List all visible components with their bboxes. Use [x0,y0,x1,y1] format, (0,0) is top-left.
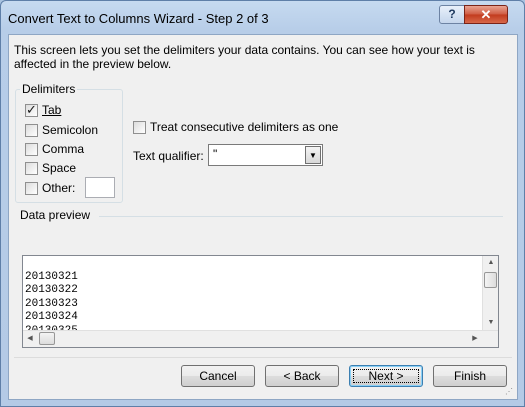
checkmark-icon: ✓ [26,101,37,117]
next-button[interactable]: Next > [349,365,423,387]
data-preview-pane[interactable]: 20130321 20130322 20130323 20130324 2013… [22,255,499,348]
preview-row: 20130322 [25,284,78,296]
delimiter-semicolon-label: Semicolon [42,123,99,137]
delimiter-tab-label: Tab [42,103,62,117]
help-icon: ? [448,7,456,21]
window-title: Convert Text to Columns Wizard - Step 2 … [8,11,269,26]
horizontal-scroll-thumb[interactable] [39,332,55,345]
data-preview-text: 20130321 20130322 20130323 20130324 2013… [25,257,482,332]
other-delimiter-input[interactable] [85,177,115,198]
delimiter-other-label: Other: [42,181,76,195]
delimiter-comma-checkbox[interactable]: Comma [25,141,84,157]
checkbox-box[interactable] [25,181,38,195]
consecutive-delimiters-label: Treat consecutive delimiters as one [150,120,339,134]
dropdown-arrow-icon[interactable]: ▼ [305,146,321,164]
description-text: This screen lets you set the delimiters … [14,43,475,71]
delimiter-other-checkbox[interactable]: Other: [25,180,75,196]
checkbox-box[interactable]: ✓ [25,101,38,117]
text-qualifier-label: Text qualifier: [133,149,204,163]
preview-row: 20130321 [25,270,78,283]
data-preview-label: Data preview [20,208,91,222]
button-separator [14,357,512,358]
checkbox-box[interactable] [25,161,38,175]
checkbox-box[interactable] [133,120,146,134]
close-button[interactable]: ✕ [464,5,508,24]
delimiters-group: Delimiters ✓ Tab Semicolon Comma Space O… [15,82,123,203]
delimiter-space-checkbox[interactable]: Space [25,160,76,176]
scroll-left-icon[interactable]: ◀ [23,331,37,347]
checkbox-box[interactable] [25,123,38,137]
preview-row [25,257,482,271]
preview-row: 20130324 [25,311,78,323]
help-button[interactable]: ? [439,5,465,24]
text-qualifier-value: " [213,147,218,161]
vertical-scroll-thumb[interactable] [484,272,497,288]
finish-button[interactable]: Finish [433,365,507,387]
title-bar[interactable]: Convert Text to Columns Wizard - Step 2 … [1,1,524,35]
delimiter-semicolon-checkbox[interactable]: Semicolon [25,122,98,138]
delimiter-tab-checkbox[interactable]: ✓ Tab [25,102,61,118]
scroll-up-icon[interactable]: ▲ [483,256,499,270]
delimiters-group-label: Delimiters [20,82,78,96]
scroll-down-icon[interactable]: ▼ [483,316,499,330]
horizontal-scrollbar[interactable]: ◀ ▶ [23,330,498,347]
resize-grip-icon[interactable]: ⋰ [505,387,515,397]
cancel-button[interactable]: Cancel [181,365,255,387]
consecutive-delimiters-checkbox[interactable]: Treat consecutive delimiters as one [133,119,338,135]
delimiter-space-label: Space [42,161,77,175]
data-preview-divider [99,216,503,217]
scroll-right-icon[interactable]: ▶ [468,331,482,347]
vertical-scrollbar[interactable]: ▲ ▼ [482,256,498,330]
checkbox-box[interactable] [25,142,38,156]
text-qualifier-select[interactable]: " ▼ [208,144,323,166]
preview-row: 20130323 [25,297,78,310]
back-button[interactable]: < Back [265,365,339,387]
wizard-window: Convert Text to Columns Wizard - Step 2 … [0,0,525,407]
close-icon: ✕ [480,7,492,22]
dialog-body: This screen lets you set the delimiters … [8,34,518,400]
next-button-label: Next > [368,369,404,383]
delimiter-comma-label: Comma [42,142,85,156]
